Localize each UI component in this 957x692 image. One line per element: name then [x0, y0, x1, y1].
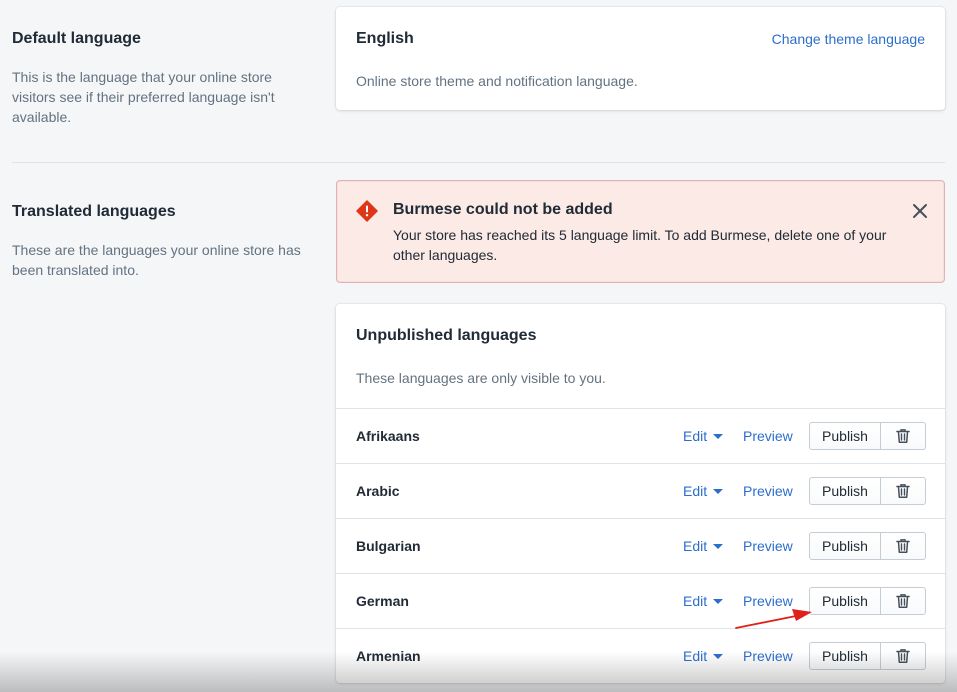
- default-language-card: English Change theme language Online sto…: [336, 7, 945, 110]
- language-name: Arabic: [356, 483, 400, 499]
- publish-button-group: Publish: [809, 477, 926, 505]
- delete-button[interactable]: [881, 477, 926, 505]
- language-row: German Edit Preview Publish: [336, 573, 945, 629]
- section-divider: [12, 162, 945, 163]
- edit-label: Edit: [683, 428, 708, 444]
- trash-icon: [896, 484, 910, 498]
- trash-icon: [896, 429, 910, 443]
- edit-dropdown-button[interactable]: Edit: [683, 538, 724, 554]
- language-name: German: [356, 593, 409, 609]
- error-banner: Burmese could not be added Your store ha…: [336, 180, 945, 283]
- trash-icon: [896, 649, 910, 663]
- publish-button[interactable]: Publish: [809, 587, 881, 615]
- default-language-heading: Default language: [12, 30, 141, 47]
- preview-link[interactable]: Preview: [743, 538, 793, 554]
- edit-dropdown-button[interactable]: Edit: [683, 648, 724, 664]
- close-icon[interactable]: [911, 202, 929, 220]
- error-banner-title: Burmese could not be added: [393, 201, 613, 218]
- publish-button-group: Publish: [809, 642, 926, 670]
- preview-link[interactable]: Preview: [743, 648, 793, 664]
- publish-button[interactable]: Publish: [809, 422, 881, 450]
- default-language-name: English: [356, 30, 414, 47]
- edit-label: Edit: [683, 538, 708, 554]
- delete-button[interactable]: [881, 422, 926, 450]
- caret-down-icon: [713, 433, 724, 439]
- edit-dropdown-button[interactable]: Edit: [683, 483, 724, 499]
- preview-link[interactable]: Preview: [743, 428, 793, 444]
- caret-down-icon: [713, 653, 724, 659]
- language-row: Arabic Edit Preview Publish: [336, 463, 945, 519]
- unpublished-languages-card: Unpublished languages These languages ar…: [336, 304, 945, 683]
- unpublished-languages-title: Unpublished languages: [356, 327, 537, 344]
- caret-down-icon: [713, 598, 724, 604]
- trash-icon: [896, 539, 910, 553]
- caret-down-icon: [713, 543, 724, 549]
- edit-label: Edit: [683, 648, 708, 664]
- trash-icon: [896, 594, 910, 608]
- publish-button-group: Publish: [809, 532, 926, 560]
- publish-button[interactable]: Publish: [809, 642, 881, 670]
- publish-button[interactable]: Publish: [809, 477, 881, 505]
- publish-button-group: Publish: [809, 587, 926, 615]
- change-theme-language-link[interactable]: Change theme language: [772, 31, 925, 47]
- language-row: Afrikaans Edit Preview Publish: [336, 408, 945, 464]
- annotation-arrow: [735, 609, 812, 629]
- delete-button[interactable]: [881, 532, 926, 560]
- error-banner-message: Your store has reached its 5 language li…: [393, 227, 887, 263]
- default-language-description: This is the language that your online st…: [12, 69, 275, 125]
- language-row: Armenian Edit Preview Publish: [336, 628, 945, 684]
- language-row: Bulgarian Edit Preview Publish: [336, 518, 945, 574]
- language-name: Bulgarian: [356, 538, 421, 554]
- edit-label: Edit: [683, 483, 708, 499]
- default-language-subtitle: Online store theme and notification lang…: [356, 73, 638, 89]
- edit-label: Edit: [683, 593, 708, 609]
- caret-down-icon: [713, 488, 724, 494]
- preview-link[interactable]: Preview: [743, 483, 793, 499]
- edit-dropdown-button[interactable]: Edit: [683, 428, 724, 444]
- language-name: Armenian: [356, 648, 421, 664]
- edit-dropdown-button[interactable]: Edit: [683, 593, 724, 609]
- unpublished-languages-subtitle: These languages are only visible to you.: [356, 370, 606, 386]
- delete-button[interactable]: [881, 642, 926, 670]
- language-name: Afrikaans: [356, 428, 420, 444]
- translated-languages-description: These are the languages your online stor…: [12, 242, 301, 278]
- publish-button[interactable]: Publish: [809, 532, 881, 560]
- delete-button[interactable]: [881, 587, 926, 615]
- publish-button-group: Publish: [809, 422, 926, 450]
- alert-diamond-icon: [356, 200, 378, 222]
- translated-languages-heading: Translated languages: [12, 203, 176, 220]
